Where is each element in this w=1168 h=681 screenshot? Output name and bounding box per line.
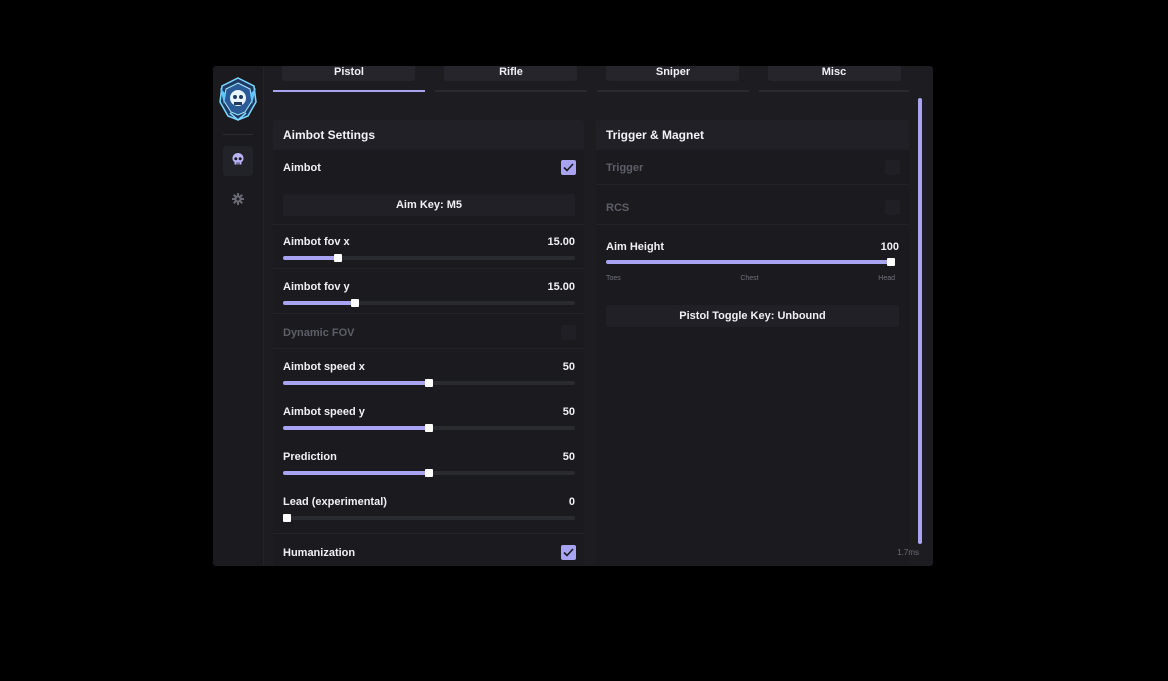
aim-key-button[interactable]: Aim Key: M5: [283, 194, 575, 216]
slider-thumb[interactable]: [283, 514, 291, 522]
slider-thumb[interactable]: [887, 258, 895, 266]
lead-slider[interactable]: [283, 514, 575, 522]
lead-value: 0: [568, 496, 575, 508]
slider-thumb[interactable]: [351, 299, 359, 307]
separator: [273, 533, 584, 534]
speed-x-slider[interactable]: [283, 379, 575, 387]
panel-title: Trigger & Magnet: [596, 120, 909, 150]
aim-height-value: 100: [880, 241, 899, 253]
sidebar-item-settings[interactable]: [223, 186, 253, 216]
frame-time-label: 1.7ms: [897, 548, 919, 557]
fov-x-slider[interactable]: [283, 254, 575, 262]
tick-head: Head: [878, 275, 895, 282]
slider-thumb[interactable]: [334, 254, 342, 262]
tab-sniper[interactable]: Sniper: [597, 66, 749, 92]
speed-x-value: 50: [562, 361, 575, 373]
fov-x-value: 15.00: [547, 236, 575, 248]
logo-icon: [218, 76, 258, 122]
weapon-tabs: Pistol Rifle Sniper Misc: [273, 66, 909, 92]
slider-fill: [283, 381, 429, 385]
tab-rifle-indicator: [435, 90, 587, 92]
aimbot-settings-panel: Aimbot Settings Aimbot Aim Key: M5 Aimbo…: [273, 120, 584, 566]
speed-y-value: 50: [562, 406, 575, 418]
skull-icon: [231, 152, 245, 171]
trigger-checkbox[interactable]: [885, 160, 900, 175]
sidebar: [213, 66, 264, 566]
aimbot-checkbox[interactable]: [561, 160, 576, 175]
aimbot-label: Aimbot: [283, 162, 321, 174]
speed-y-slider[interactable]: [283, 424, 575, 432]
fov-y-label: Aimbot fov y: [283, 281, 350, 293]
tab-pistol-indicator: [273, 90, 425, 92]
tab-misc-indicator: [759, 90, 909, 92]
fov-y-slider[interactable]: [283, 299, 575, 307]
separator: [273, 224, 584, 225]
checkmark-icon: [563, 548, 574, 557]
speed-y-label: Aimbot speed y: [283, 406, 365, 418]
separator: [596, 184, 909, 185]
slider-thumb[interactable]: [425, 469, 433, 477]
tab-pistol[interactable]: Pistol: [273, 66, 425, 92]
sidebar-separator: [223, 134, 253, 135]
fov-y-value: 15.00: [547, 281, 575, 293]
rcs-checkbox[interactable]: [885, 200, 900, 215]
humanization-label: Humanization: [283, 547, 356, 559]
separator: [596, 224, 909, 225]
prediction-value: 50: [562, 451, 575, 463]
slider-fill: [283, 301, 355, 305]
separator: [273, 268, 584, 269]
separator: [273, 348, 584, 349]
dynamic-fov-checkbox[interactable]: [561, 325, 576, 340]
trigger-magnet-panel: Trigger & Magnet Trigger RCS Aim Height …: [596, 120, 909, 566]
pistol-toggle-key-button[interactable]: Pistol Toggle Key: Unbound: [606, 305, 899, 327]
tab-sniper-indicator: [597, 90, 749, 92]
tick-toes: Toes: [606, 275, 621, 282]
aim-height-slider[interactable]: [606, 258, 895, 266]
prediction-label: Prediction: [283, 451, 337, 463]
panel-title: Aimbot Settings: [273, 120, 584, 150]
tick-chest: Chest: [740, 275, 759, 282]
slider-thumb[interactable]: [425, 379, 433, 387]
scrollbar[interactable]: [918, 98, 922, 544]
tab-misc[interactable]: Misc: [759, 66, 909, 92]
trigger-label: Trigger: [606, 162, 644, 174]
separator: [273, 313, 584, 314]
rcs-label: RCS: [606, 202, 630, 214]
humanization-checkbox[interactable]: [561, 545, 576, 560]
slider-fill: [283, 426, 429, 430]
prediction-slider[interactable]: [283, 469, 575, 477]
dynamic-fov-label: Dynamic FOV: [283, 327, 355, 339]
slider-fill: [283, 471, 429, 475]
checkmark-icon: [563, 163, 574, 172]
aim-height-label: Aim Height: [606, 241, 665, 253]
lead-label: Lead (experimental): [283, 496, 387, 508]
sidebar-item-aimbot[interactable]: [223, 146, 253, 176]
slider-fill: [606, 260, 891, 264]
main-window: Pistol Rifle Sniper Misc Aimbot Settings…: [213, 66, 933, 566]
slider-thumb[interactable]: [425, 424, 433, 432]
fov-x-label: Aimbot fov x: [283, 236, 350, 248]
speed-x-label: Aimbot speed x: [283, 361, 365, 373]
slider-fill: [283, 256, 338, 260]
tab-rifle[interactable]: Rifle: [435, 66, 587, 92]
gear-icon: [232, 192, 244, 210]
